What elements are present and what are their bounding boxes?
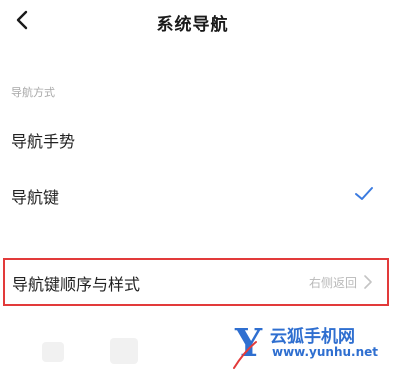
faint-block <box>42 342 64 362</box>
divider <box>0 234 400 242</box>
section-label-navigation-mode: 导航方式 <box>11 86 55 99</box>
option-gesture-navigation[interactable]: 导航手势 <box>0 118 400 158</box>
checkmark-icon <box>355 187 373 200</box>
yunhu-logo-icon: Y <box>233 320 263 369</box>
navigation-key-order-style-row[interactable]: 导航键顺序与样式 右侧返回 <box>3 258 389 306</box>
option-label: 导航手势 <box>11 132 76 151</box>
faint-block <box>110 338 138 364</box>
watermark-url: www.yunhu.net <box>272 345 379 359</box>
header: 系统导航 <box>0 0 400 48</box>
option-key-navigation[interactable]: 导航键 <box>0 174 400 214</box>
option-label: 导航键 <box>11 188 60 207</box>
row-value: 右侧返回 <box>308 276 357 290</box>
system-navigation-page: 系统导航 导航方式 导航手势 导航键 导航键顺序与样式 右侧返回 Y 云狐手机网… <box>0 0 400 372</box>
watermark-name: 云狐手机网 <box>270 327 355 347</box>
row-label: 导航键顺序与样式 <box>12 275 141 294</box>
svg-text:Y: Y <box>234 320 263 365</box>
watermark: Y 云狐手机网 www.yunhu.net <box>232 318 400 372</box>
chevron-right-icon <box>364 275 372 289</box>
page-title: 系统导航 <box>156 15 229 35</box>
